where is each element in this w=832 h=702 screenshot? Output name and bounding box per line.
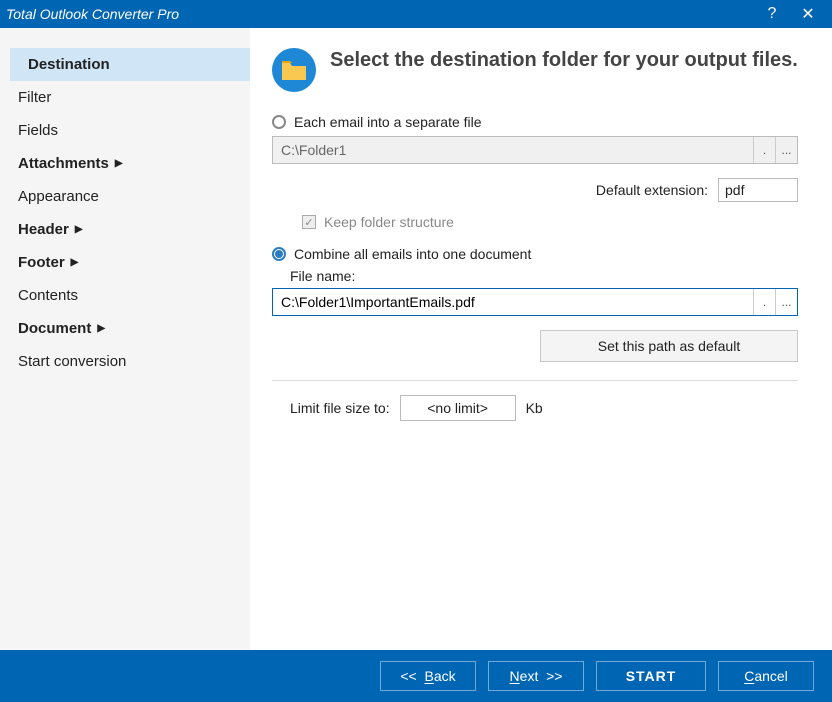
separate-path-value: C:\Folder1 <box>273 137 753 163</box>
back-button[interactable]: << Back <box>380 661 476 691</box>
keep-structure-label: Keep folder structure <box>324 214 454 230</box>
folder-icon <box>272 48 316 92</box>
sidebar-item-destination[interactable]: Destination <box>10 48 250 81</box>
sidebar-item-label: Fields <box>18 122 58 139</box>
radio-icon <box>272 115 286 129</box>
path-browse-button[interactable]: ... <box>775 289 797 315</box>
chevron-right-icon: ▶ <box>71 257 79 268</box>
option-separate-label: Each email into a separate file <box>294 114 482 130</box>
option-combine-label: Combine all emails into one document <box>294 246 531 262</box>
sidebar-item-contents[interactable]: Contents <box>0 279 250 312</box>
footer-bar: << Back Next >> START Cancel <box>0 650 832 702</box>
path-parent-button[interactable]: . <box>753 137 775 163</box>
limit-input[interactable]: <no limit> <box>400 395 516 421</box>
start-button[interactable]: START <box>596 661 706 691</box>
option-combine[interactable]: Combine all emails into one document <box>272 246 798 262</box>
sidebar-item-label: Start conversion <box>18 353 126 370</box>
filename-label: File name: <box>290 268 798 284</box>
sidebar-item-header[interactable]: Header ▶ <box>0 213 250 246</box>
chevron-right-icon: ▶ <box>115 158 123 169</box>
sidebar-item-start-conversion[interactable]: Start conversion <box>0 345 250 378</box>
window-title: Total Outlook Converter Pro <box>6 6 754 22</box>
sidebar-item-label: Attachments <box>18 155 109 172</box>
sidebar-item-fields[interactable]: Fields <box>0 114 250 147</box>
sidebar-item-label: Document <box>18 320 91 337</box>
keep-structure-checkbox: ✓ Keep folder structure <box>302 214 798 230</box>
separate-path-input: C:\Folder1 . ... <box>272 136 798 164</box>
ext-label: Default extension: <box>596 182 708 198</box>
title-bar: Total Outlook Converter Pro ? ✕ <box>0 0 832 28</box>
path-parent-button[interactable]: . <box>753 289 775 315</box>
chevron-right-icon: ▶ <box>75 224 83 235</box>
next-button[interactable]: Next >> <box>488 661 584 691</box>
sidebar-item-label: Footer <box>18 254 65 271</box>
cancel-button[interactable]: Cancel <box>718 661 814 691</box>
main-panel: Select the destination folder for your o… <box>250 28 832 650</box>
divider <box>272 380 798 381</box>
sidebar-item-label: Destination <box>28 56 110 73</box>
chevron-right-icon: ▶ <box>97 323 105 334</box>
ext-input[interactable]: pdf <box>718 178 798 202</box>
set-default-button[interactable]: Set this path as default <box>540 330 798 362</box>
page-title: Select the destination folder for your o… <box>330 48 798 73</box>
path-browse-button[interactable]: ... <box>775 137 797 163</box>
sidebar-item-footer[interactable]: Footer ▶ <box>0 246 250 279</box>
sidebar-item-appearance[interactable]: Appearance <box>0 180 250 213</box>
limit-unit: Kb <box>526 400 543 416</box>
option-separate[interactable]: Each email into a separate file <box>272 114 798 130</box>
checkbox-icon: ✓ <box>302 215 316 229</box>
help-icon[interactable]: ? <box>754 0 790 28</box>
sidebar-item-label: Header <box>18 221 69 238</box>
sidebar-item-label: Appearance <box>18 188 99 205</box>
combine-path-value: C:\Folder1\ImportantEmails.pdf <box>273 289 753 315</box>
sidebar-item-document[interactable]: Document ▶ <box>0 312 250 345</box>
combine-path-input[interactable]: C:\Folder1\ImportantEmails.pdf . ... <box>272 288 798 316</box>
sidebar-item-attachments[interactable]: Attachments ▶ <box>0 147 250 180</box>
close-icon[interactable]: ✕ <box>790 0 826 28</box>
limit-label: Limit file size to: <box>290 400 390 416</box>
sidebar-item-filter[interactable]: Filter <box>0 81 250 114</box>
radio-icon <box>272 247 286 261</box>
sidebar-item-label: Contents <box>18 287 78 304</box>
sidebar: Destination Filter Fields Attachments ▶ Appea… <box>0 28 250 650</box>
sidebar-item-label: Filter <box>18 89 51 106</box>
